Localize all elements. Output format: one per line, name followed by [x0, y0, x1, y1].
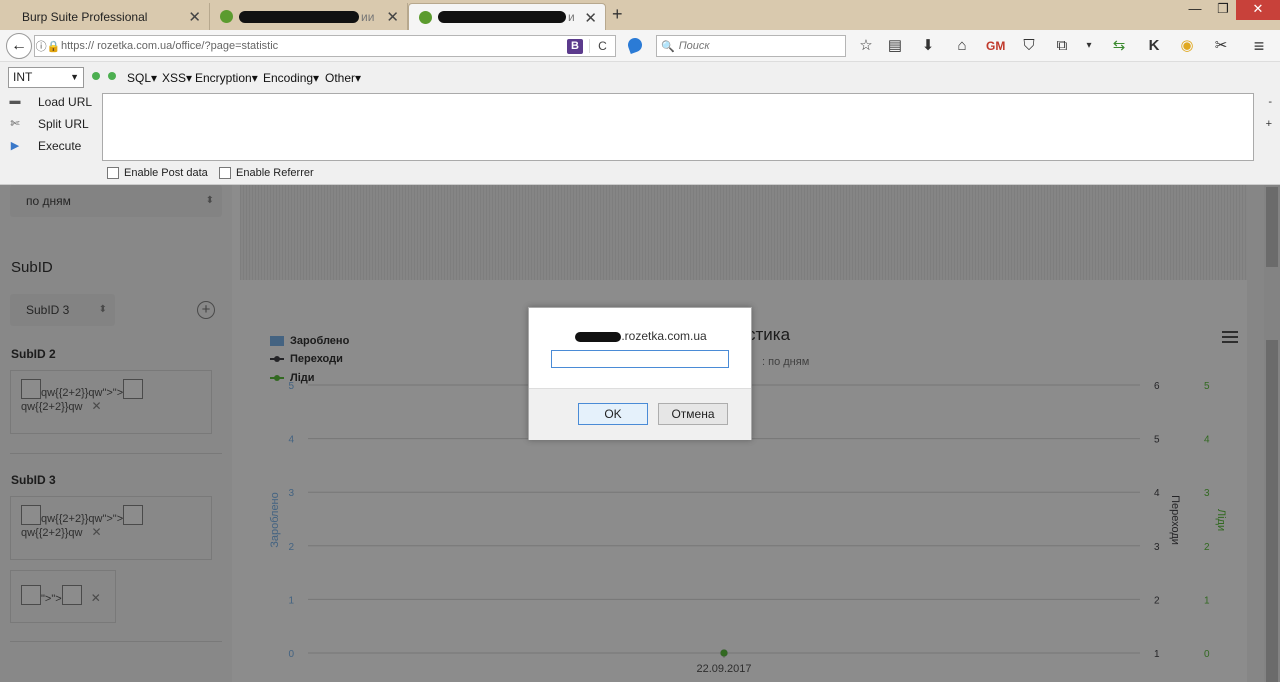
minimize-button[interactable]: — — [1180, 0, 1210, 20]
dialog-footer: OK Отмена — [529, 388, 751, 440]
select-value: INT — [13, 70, 33, 84]
tab-burp[interactable]: Burp Suite Professional ✕ — [0, 3, 210, 30]
bird-extension-icon[interactable] — [626, 36, 644, 54]
chevron-down-icon: ▼ — [70, 72, 79, 82]
tab-rozetka-active[interactable]: и ✕ — [408, 3, 606, 30]
back-button[interactable]: ← — [6, 33, 32, 59]
navigation-bar: ← ⓘ🔒 https:// rozetka.com.ua/office/?pag… — [0, 30, 1280, 62]
tab-label: ии — [361, 9, 375, 24]
reload-button[interactable]: C — [589, 39, 615, 53]
checkbox-box[interactable] — [107, 167, 119, 179]
sync-icon[interactable]: ⇆ — [1110, 37, 1128, 55]
url-textarea[interactable] — [102, 93, 1254, 161]
hamburger-menu-icon[interactable]: ≡ — [1250, 37, 1268, 55]
copy-icon[interactable]: ⧉ — [1053, 37, 1071, 55]
close-icon[interactable]: ✕ — [584, 9, 597, 27]
close-icon[interactable]: ✕ — [386, 8, 399, 26]
url-text[interactable]: https:// rozetka.com.ua/office/?page=sta… — [61, 40, 567, 52]
rozetka-favicon-icon — [419, 10, 432, 24]
dialog-title-text: .rozetka.com.ua — [621, 329, 707, 343]
execute-icon: ▶ — [10, 140, 20, 152]
tab-rozetka-1[interactable]: ии ✕ — [210, 3, 408, 30]
hackbar-panel: INT ▼ SQL▾ XSS▾ Encryption▾ Encoding▾ Ot… — [0, 62, 1280, 185]
enable-referrer-checkbox[interactable]: Enable Referrer — [219, 167, 314, 179]
home-icon[interactable]: ⌂ — [953, 37, 971, 55]
site-info-icon[interactable]: ⓘ🔒 — [35, 38, 61, 54]
search-icon: 🔍 — [661, 40, 675, 53]
bootstrap-icon[interactable]: B — [567, 38, 583, 54]
prompt-dialog: .rozetka.com.ua OK Отмена — [528, 307, 752, 440]
tab-strip: Burp Suite Professional ✕ ии ✕ и ✕ + — ❐… — [0, 0, 1280, 30]
checkbox-box[interactable] — [219, 167, 231, 179]
reading-list-icon[interactable]: ▤ — [886, 37, 904, 55]
xss-menu[interactable]: XSS▾ — [162, 71, 192, 85]
minus-dot-icon[interactable] — [92, 72, 100, 80]
redacted-title — [239, 10, 359, 23]
sql-menu[interactable]: SQL▾ — [127, 71, 157, 85]
tab-label: Burp Suite Professional — [22, 9, 148, 24]
load-url-button[interactable]: ▬ Load URL — [8, 95, 93, 109]
split-url-button[interactable]: ✄ Split URL — [8, 117, 89, 131]
redacted-host — [575, 331, 622, 342]
redacted-title — [438, 11, 566, 23]
dialog-title: .rozetka.com.ua — [529, 329, 753, 343]
enable-referrer-label: Enable Referrer — [236, 167, 314, 179]
execute-label: Execute — [38, 139, 82, 153]
restore-button[interactable]: ❐ — [1210, 0, 1236, 20]
grow-button[interactable]: + — [1266, 118, 1272, 130]
load-url-label: Load URL — [38, 95, 93, 109]
split-url-icon: ✄ — [10, 118, 20, 130]
close-icon[interactable]: ✕ — [188, 8, 201, 26]
menu-dropdown-icon[interactable]: ▾ — [1080, 37, 1098, 55]
ok-button[interactable]: OK — [578, 403, 648, 425]
new-tab-button[interactable]: + — [612, 4, 623, 25]
encoding-type-select[interactable]: INT ▼ — [8, 67, 84, 88]
pocket-icon[interactable]: ⛉ — [1020, 37, 1038, 55]
search-input[interactable] — [678, 40, 839, 52]
load-url-icon: ▬ — [9, 95, 21, 107]
k-icon[interactable]: K — [1145, 37, 1163, 55]
other-menu[interactable]: Other▾ — [325, 71, 361, 85]
prompt-input[interactable] — [551, 350, 729, 368]
enable-post-checkbox[interactable]: Enable Post data — [107, 167, 208, 179]
scissors-icon[interactable]: ✂ — [1212, 37, 1230, 55]
window-close-button[interactable]: ✕ — [1236, 0, 1280, 20]
shrink-button[interactable]: - — [1268, 96, 1272, 108]
star-icon[interactable]: ☆ — [857, 37, 875, 55]
rozetka-favicon-icon — [220, 10, 233, 23]
url-bar[interactable]: ⓘ🔒 https:// rozetka.com.ua/office/?page=… — [34, 35, 616, 57]
cancel-button[interactable]: Отмена — [658, 403, 728, 425]
chrome-icon[interactable]: ◉ — [1178, 37, 1196, 55]
plus-dot-icon[interactable] — [108, 72, 116, 80]
encoding-menu[interactable]: Encoding▾ — [263, 71, 319, 85]
split-url-label: Split URL — [38, 117, 89, 131]
execute-button[interactable]: ▶ Execute — [8, 139, 82, 153]
search-bar[interactable]: 🔍 — [656, 35, 846, 57]
tab-label: и — [568, 10, 575, 24]
download-icon[interactable]: ⬇ — [919, 37, 937, 55]
enable-post-label: Enable Post data — [124, 167, 208, 179]
gm-icon[interactable]: GM — [986, 37, 1005, 55]
encryption-menu[interactable]: Encryption▾ — [195, 71, 258, 85]
